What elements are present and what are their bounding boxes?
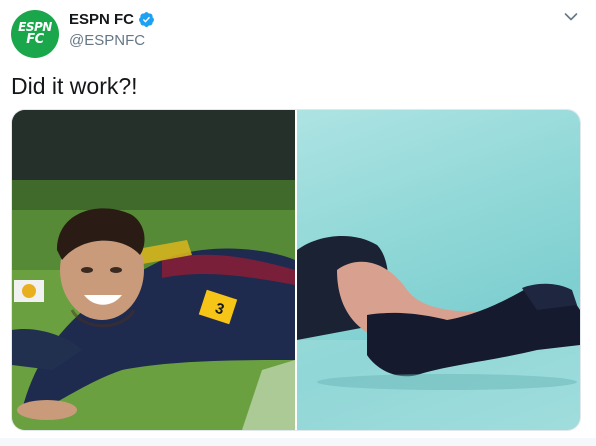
- avatar-logo-line2: FC: [26, 31, 44, 47]
- chevron-down-icon[interactable]: [564, 12, 578, 22]
- right-photo-illustration: [297, 235, 580, 430]
- name-row: ESPN FC: [69, 11, 155, 28]
- avatar[interactable]: ESPN FC: [11, 10, 59, 58]
- media-image-right[interactable]: [297, 110, 580, 430]
- left-photo-illustration: 3: [12, 110, 295, 430]
- media-image-left[interactable]: 3: [12, 110, 295, 430]
- tweet-media[interactable]: 3: [11, 109, 581, 431]
- verified-badge-icon: [139, 12, 154, 27]
- handle[interactable]: @ESPNFC: [69, 32, 145, 49]
- display-name[interactable]: ESPN FC: [69, 11, 134, 28]
- tweet-text: Did it work?!: [11, 73, 138, 99]
- tweet-footer-edge: [0, 438, 596, 446]
